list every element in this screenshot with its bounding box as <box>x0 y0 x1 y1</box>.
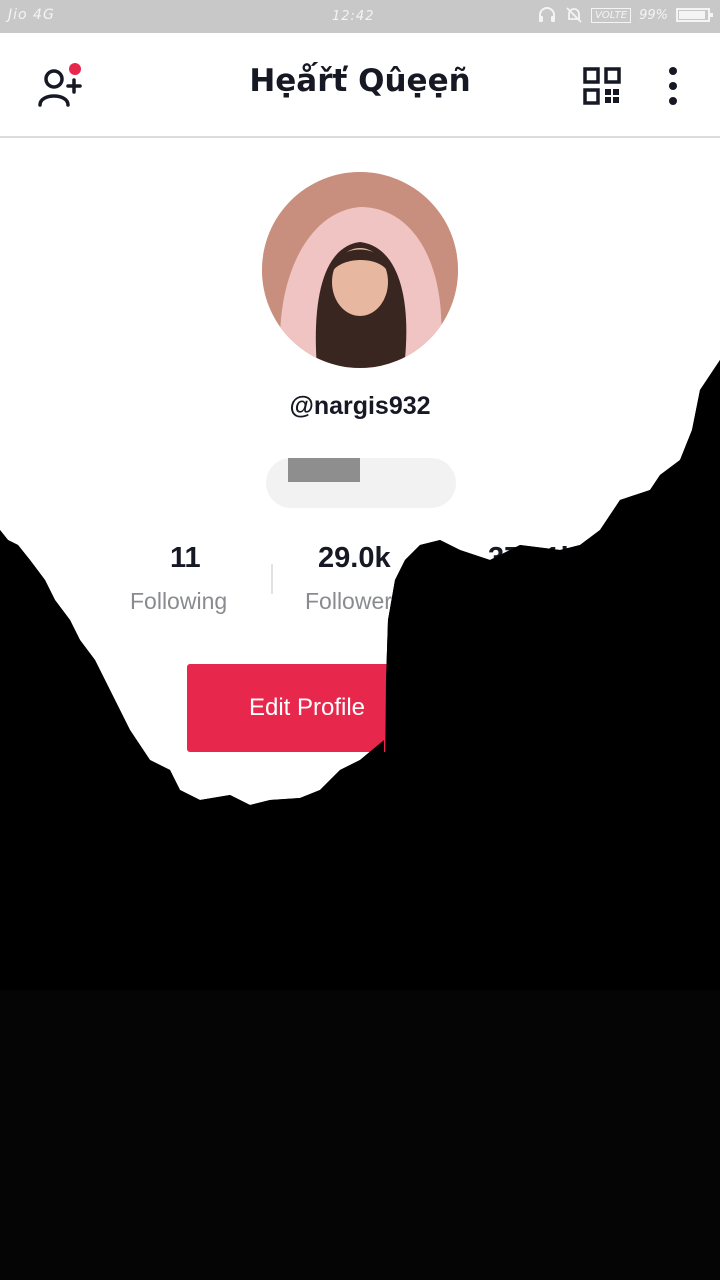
more-vertical-icon[interactable] <box>660 66 686 106</box>
likes-label[interactable]: Likes <box>505 588 559 615</box>
followers-count[interactable]: 29.0k <box>318 542 391 575</box>
battery-fill <box>679 11 705 19</box>
profile-photo <box>262 172 458 368</box>
volte-badge: VOLTE <box>591 7 632 23</box>
battery-icon <box>676 8 713 22</box>
carrier-text: Jio 4G <box>8 7 55 23</box>
stat-divider <box>271 564 273 594</box>
mute-bell-icon <box>566 7 582 23</box>
following-count[interactable]: 11 <box>170 542 201 575</box>
likes-count[interactable]: 379.1k <box>488 542 577 575</box>
following-label[interactable]: Following <box>130 588 227 615</box>
status-bar: Jio 4G 12:42 VOLTE 99% <box>0 0 720 33</box>
followers-label[interactable]: Followers <box>305 588 403 615</box>
edit-profile-button[interactable]: Edit Profile <box>187 664 427 752</box>
clock: 12:42 <box>332 9 375 24</box>
avatar[interactable] <box>262 172 458 368</box>
username: @nargis932 <box>289 392 431 420</box>
status-icons: VOLTE 99% <box>537 6 713 24</box>
redacted-block <box>288 458 360 482</box>
headset-icon <box>539 7 556 22</box>
battery-percent: 99% <box>639 7 668 23</box>
bio-pill[interactable] <box>266 458 456 508</box>
profile-header: Hẹǻřť Qûẹẹñ <box>0 33 720 138</box>
qr-code-icon[interactable] <box>583 67 621 105</box>
